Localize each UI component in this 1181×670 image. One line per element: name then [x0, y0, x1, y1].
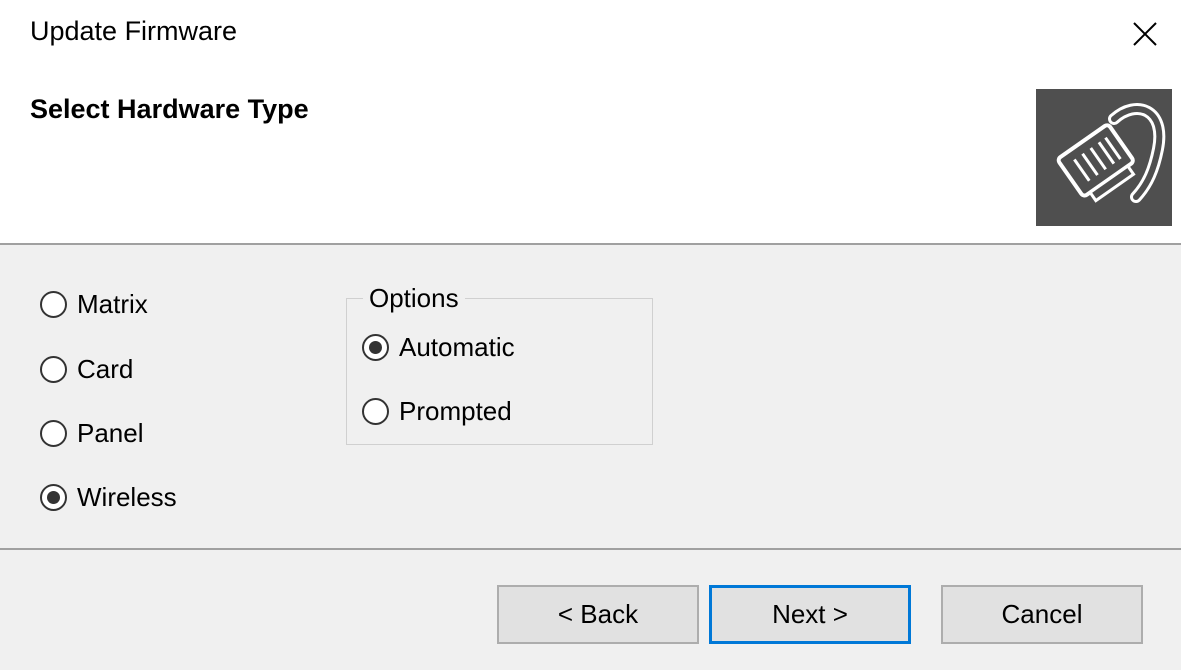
radio-label: Card — [77, 354, 134, 384]
radio-label: Matrix — [77, 289, 148, 319]
radio-label: Prompted — [399, 396, 512, 426]
radio-matrix[interactable]: Matrix — [40, 289, 148, 320]
window-title: Update Firmware — [30, 16, 238, 46]
radio-automatic[interactable]: Automatic — [362, 332, 515, 363]
radio-circle — [40, 420, 67, 447]
back-button[interactable]: < Back — [497, 585, 699, 644]
close-button[interactable] — [1108, 0, 1181, 68]
options-group-title: Options — [363, 283, 465, 314]
radio-label: Panel — [77, 418, 144, 448]
wizard-footer: < Back Next > Cancel — [0, 550, 1181, 670]
title-bar: Update Firmware — [0, 0, 1181, 80]
radio-circle — [40, 356, 67, 383]
radio-card[interactable]: Card — [40, 354, 133, 385]
page-heading: Select Hardware Type — [30, 94, 309, 124]
cancel-button[interactable]: Cancel — [941, 585, 1143, 644]
radio-circle — [362, 334, 389, 361]
radio-label: Wireless — [77, 482, 177, 512]
close-icon — [1132, 22, 1157, 46]
radio-circle — [40, 484, 67, 511]
radio-circle — [362, 398, 389, 425]
radio-circle — [40, 291, 67, 318]
radio-label: Automatic — [399, 332, 515, 362]
next-button[interactable]: Next > — [709, 585, 911, 644]
network-cable-icon — [1036, 89, 1172, 226]
wizard-header: Select Hardware Type — [0, 80, 1181, 243]
radio-panel[interactable]: Panel — [40, 418, 144, 449]
wizard-content: Matrix Card Panel Wireless Options Autom… — [0, 245, 1181, 548]
radio-wireless[interactable]: Wireless — [40, 482, 177, 513]
radio-prompted[interactable]: Prompted — [362, 396, 512, 427]
